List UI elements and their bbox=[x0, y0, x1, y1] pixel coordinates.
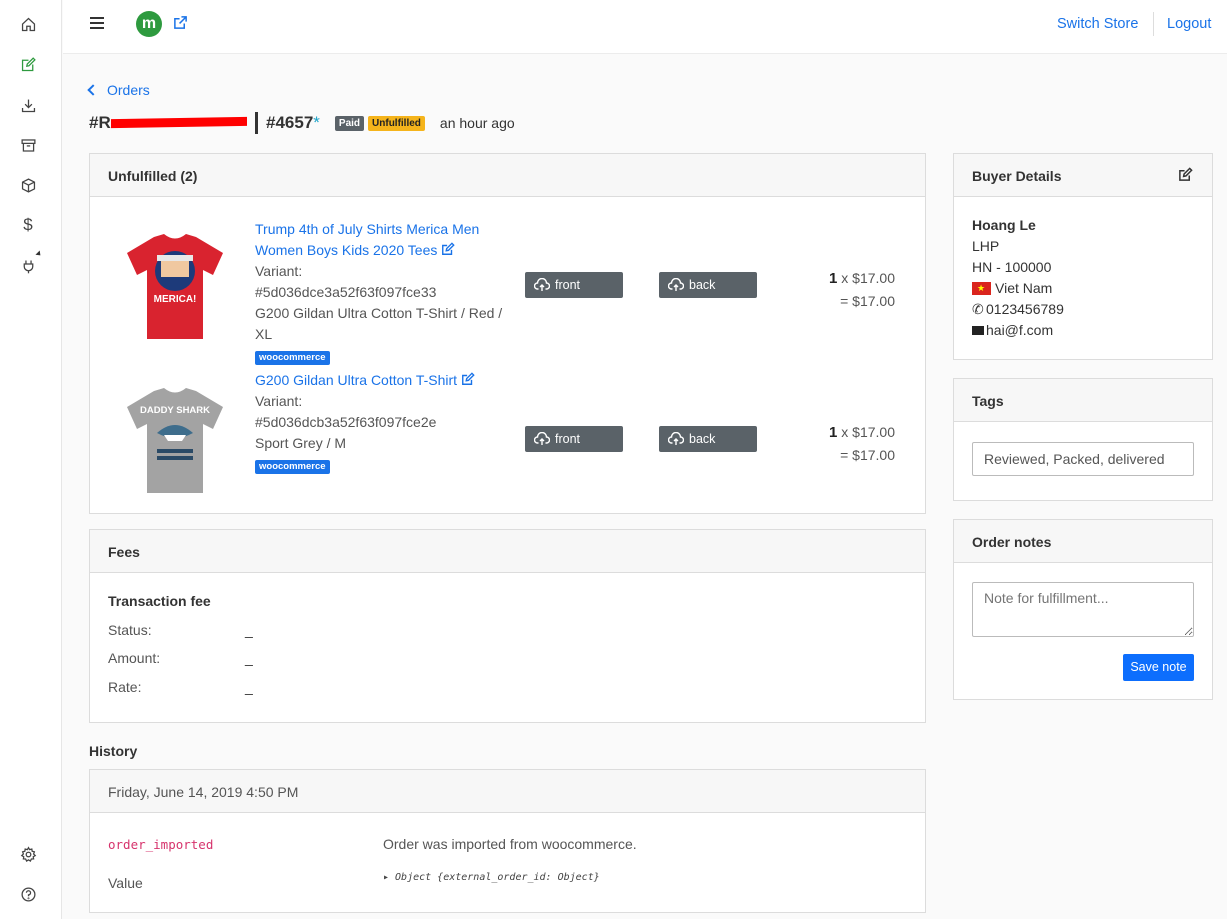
history-value-object[interactable]: ▸ Object {external_order_id: Object} bbox=[383, 872, 600, 883]
buyer-address-line: LHP bbox=[972, 238, 1000, 254]
order-notes-card: Order notes Save note bbox=[953, 519, 1213, 700]
order-reference: #R bbox=[89, 113, 247, 133]
print-text: DADDY SHARK bbox=[140, 405, 210, 416]
icon-sidebar: $ bbox=[0, 0, 62, 919]
card-title: Order notes bbox=[954, 520, 1212, 563]
card-title: Unfulfilled (2) bbox=[90, 154, 925, 197]
redaction-mark bbox=[111, 116, 247, 129]
history-value-label: Value bbox=[108, 875, 143, 891]
help-icon[interactable] bbox=[18, 884, 38, 904]
variant-info: Variant: #5d036dcb3a52f63f097fce2e Sport… bbox=[255, 393, 437, 474]
download-icon[interactable] bbox=[18, 95, 38, 115]
card-title: Fees bbox=[90, 530, 925, 573]
archive-icon[interactable] bbox=[18, 135, 38, 155]
fee-subtitle: Transaction fee bbox=[108, 593, 211, 609]
edit-icon[interactable] bbox=[461, 371, 475, 385]
back-label: Orders bbox=[107, 82, 150, 98]
buyer-name: Hoang Le bbox=[972, 217, 1036, 233]
fees-card: Fees Transaction fee Status: _ Amount: _… bbox=[89, 529, 926, 723]
switch-store-link[interactable]: Switch Store bbox=[1057, 16, 1138, 32]
front-design-button[interactable]: front bbox=[525, 426, 623, 452]
fee-label: Rate: bbox=[108, 679, 142, 695]
external-link-icon[interactable] bbox=[173, 15, 189, 31]
order-title-row: #R #4657* Paid Unfulfilled an hour ago bbox=[89, 111, 515, 135]
tags-input[interactable] bbox=[972, 442, 1194, 476]
buyer-address-line: HN - 100000 bbox=[972, 259, 1052, 275]
plug-icon[interactable] bbox=[18, 250, 43, 276]
cloud-upload-icon bbox=[534, 278, 550, 291]
cloud-upload-icon bbox=[668, 432, 684, 445]
chevron-left-icon bbox=[87, 84, 99, 96]
card-title: Tags bbox=[954, 379, 1212, 422]
buyer-country: Viet Nam bbox=[972, 278, 1052, 299]
history-event-desc: Order was imported from woocommerce. bbox=[383, 836, 637, 852]
tags-card: Tags bbox=[953, 378, 1213, 501]
source-badge: woocommerce bbox=[255, 351, 330, 365]
menu-icon[interactable] bbox=[90, 17, 104, 29]
fee-value: _ bbox=[245, 650, 253, 666]
top-bar: m Switch Store Logout bbox=[63, 0, 1227, 54]
product-thumbnail[interactable]: DADDY SHARK bbox=[124, 385, 226, 497]
history-card: Friday, June 14, 2019 4:50 PM order_impo… bbox=[89, 769, 926, 913]
edit-icon[interactable] bbox=[1178, 167, 1194, 183]
unfulfilled-card: Unfulfilled (2) MERICA! Trump 4th of Jul… bbox=[89, 153, 926, 514]
edit-icon[interactable] bbox=[441, 241, 456, 255]
back-design-button[interactable]: back bbox=[659, 272, 757, 298]
phone-icon: ✆ bbox=[972, 301, 984, 317]
buyer-details-card: Buyer Details Hoang Le LHP HN - 100000 V… bbox=[953, 153, 1213, 360]
dollar-icon[interactable]: $ bbox=[18, 215, 38, 235]
cloud-upload-icon bbox=[534, 432, 550, 445]
cloud-upload-icon bbox=[668, 278, 684, 291]
fee-value: _ bbox=[245, 622, 253, 638]
fee-value: _ bbox=[245, 679, 253, 695]
product-thumbnail[interactable]: MERICA! bbox=[124, 231, 226, 343]
card-title: Buyer Details bbox=[954, 154, 1212, 197]
box-icon[interactable] bbox=[18, 175, 38, 195]
source-badge: woocommerce bbox=[255, 460, 330, 474]
order-number: #4657* bbox=[266, 113, 320, 132]
fee-label: Amount: bbox=[108, 650, 161, 666]
vietnam-flag-icon bbox=[972, 282, 991, 295]
price-info: 1 x $17.00 = $17.00 bbox=[829, 424, 895, 463]
back-to-orders-link[interactable]: Orders bbox=[87, 82, 150, 98]
price-info: 1 x $17.00 = $17.00 bbox=[829, 270, 895, 309]
divider bbox=[1153, 12, 1154, 36]
title-separator bbox=[255, 112, 258, 134]
history-event: order_imported bbox=[108, 837, 214, 852]
order-note-textarea[interactable] bbox=[972, 582, 1194, 637]
back-design-button[interactable]: back bbox=[659, 426, 757, 452]
buyer-phone: ✆ 0123456789 bbox=[972, 299, 1064, 320]
buyer-email: hai@f.com bbox=[972, 320, 1053, 341]
product-name-link[interactable]: Trump 4th of July Shirts Merica Men Wome… bbox=[255, 219, 505, 261]
home-icon[interactable] bbox=[18, 14, 38, 34]
fee-label: Status: bbox=[108, 622, 152, 638]
order-time: an hour ago bbox=[439, 115, 515, 131]
history-title: History bbox=[89, 743, 138, 759]
store-logo[interactable]: m bbox=[136, 11, 162, 37]
unfulfilled-badge: Unfulfilled bbox=[368, 115, 425, 131]
envelope-icon bbox=[972, 326, 984, 335]
gear-icon[interactable] bbox=[18, 844, 38, 864]
save-note-button[interactable]: Save note bbox=[1123, 654, 1194, 681]
variant-info: Variant: #5d036dce3a52f63f097fce33 G200 … bbox=[255, 263, 503, 365]
history-date: Friday, June 14, 2019 4:50 PM bbox=[90, 770, 925, 813]
logout-link[interactable]: Logout bbox=[1167, 16, 1211, 32]
front-design-button[interactable]: front bbox=[525, 272, 623, 298]
edit-icon[interactable] bbox=[18, 54, 38, 74]
paid-badge: Paid bbox=[334, 115, 365, 131]
print-text: MERICA! bbox=[154, 294, 197, 305]
product-name-link[interactable]: G200 Gildan Ultra Cotton T-Shirt bbox=[255, 370, 505, 391]
